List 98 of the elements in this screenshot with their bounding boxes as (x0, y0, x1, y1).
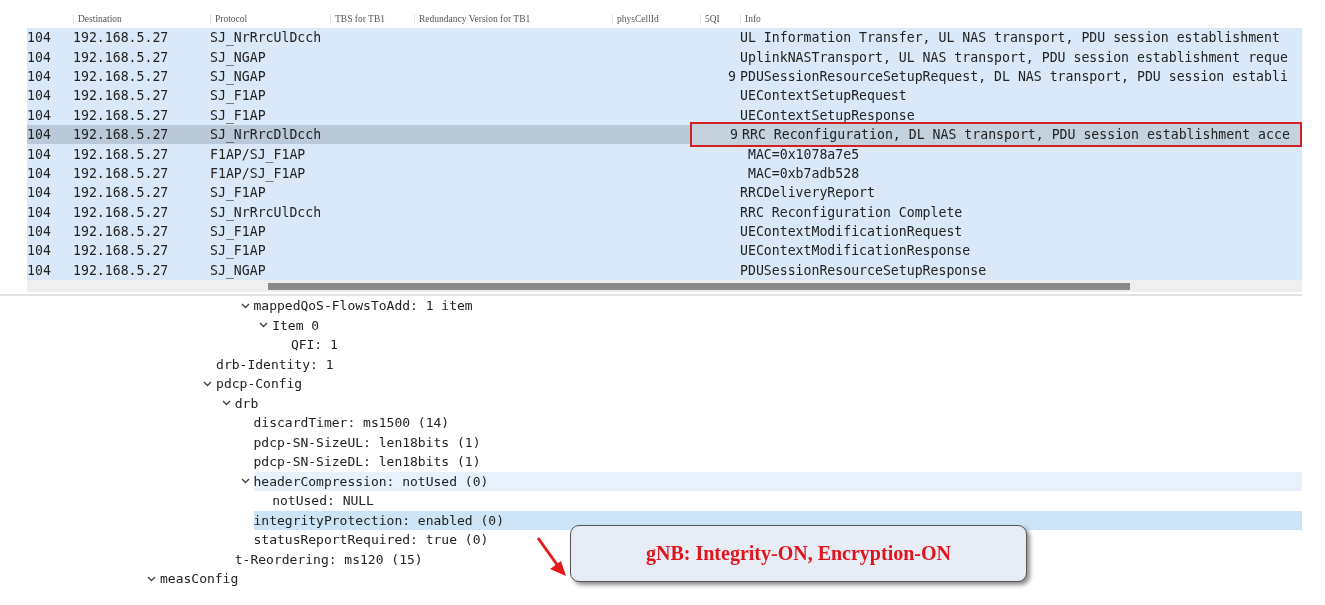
table-cell: 104 (27, 243, 51, 259)
table-cell: 192.168.5.27 (73, 185, 169, 201)
packet-row[interactable]: 104 192.168.5.27 F1AP/SJ_F1AP MAC=0x1078a7e5 (27, 144, 1302, 164)
tree-item[interactable]: QFI: 1 (290, 337, 338, 353)
table-cell: SJ_F1AP (210, 107, 266, 123)
packet-row[interactable]: 104 192.168.5.27 SJ_NGAP PDUSessionResourceSetupResponse (27, 260, 1302, 281)
table-cell: SJ_F1AP (210, 224, 266, 240)
table-cell: RRC Reconfiguration Complete (740, 204, 963, 220)
tree-item[interactable]: drb-Identity: 1 (216, 356, 334, 372)
chevron-icon[interactable] (221, 400, 231, 407)
column-header[interactable]: physCellId (612, 14, 700, 24)
tree-item[interactable]: pdcp-SN-SizeDL: len18bits (1) (253, 454, 481, 470)
table-cell: SJ_NGAP (210, 68, 266, 84)
table-cell-text: MAC=0x1078a7e5 (746, 146, 860, 162)
table-cell: 192.168.5.27 (73, 30, 169, 46)
table-cell: SJ_NrRrcUlDcch (210, 204, 322, 220)
table-cell: SJ_NGAP (210, 49, 266, 65)
tree-item[interactable]: Item 0 (272, 317, 320, 333)
table-cell: 104 (27, 127, 51, 143)
callout-box: gNB: Integrity-ON, Encryption-ON (570, 525, 1027, 582)
table-cell: 104 (27, 68, 51, 84)
packet-row[interactable]: 104 192.168.5.27 SJ_NrRrcUlDcch UL Information Transfer, UL NAS transport, PDU session establishment (27, 28, 1302, 48)
tree-item[interactable]: mappedQoS-FlowsToAdd: 1 item (253, 298, 473, 314)
table-cell: 192.168.5.27 (73, 262, 169, 278)
packet-row[interactable]: 104 192.168.5.27 SJ_F1AP RRCDeliveryReport (27, 183, 1302, 203)
tree-item[interactable]: notUsed: NULL (272, 493, 374, 509)
packet-row[interactable]: 104 192.168.5.27 SJ_F1AP UEContextModificationRequest (27, 221, 1302, 242)
tree-item[interactable]: drb (234, 395, 259, 411)
table-cell: 192.168.5.27 (73, 165, 169, 181)
tree-item[interactable]: measConfig (160, 571, 239, 587)
packet-row[interactable]: 104 192.168.5.27 SJ_F1AP UEContextSetupRequest (27, 86, 1302, 106)
table-cell: 192.168.5.27 (73, 127, 169, 143)
chevron-icon[interactable] (203, 380, 213, 387)
table-cell: UEContextSetupResponse (740, 107, 915, 123)
table-cell: 9 (728, 68, 736, 84)
table-cell: SJ_NrRrcDlDcch (210, 127, 322, 143)
table-cell: 192.168.5.27 (73, 243, 169, 259)
packet-row[interactable]: 104 192.168.5.27 F1AP/SJ_F1AP MAC=0xb7adb528 (27, 163, 1302, 184)
packet-row[interactable]: 104 192.168.5.27 SJ_NrRrcUlDcch RRC Reconfiguration Complete (27, 202, 1302, 222)
column-header[interactable]: TBS for TB1 (330, 14, 414, 24)
tree-item[interactable]: pdcp-SN-SizeUL: len18bits (1) (253, 434, 481, 450)
table-cell: SJ_NrRrcUlDcch (210, 30, 322, 46)
table-cell: 192.168.5.27 (73, 204, 169, 220)
tree-item[interactable]: statusReportRequired: true (0) (253, 532, 489, 548)
chevron-icon[interactable] (259, 322, 269, 329)
table-cell: 192.168.5.27 (73, 88, 169, 104)
table-cell: UEContextSetupRequest (740, 88, 907, 104)
chevron-icon[interactable] (240, 478, 250, 485)
table-cell: 104 (27, 165, 51, 181)
table-cell: SJ_NGAP (210, 262, 266, 278)
chevron-icon[interactable] (147, 575, 156, 582)
table-cell: 104 (27, 204, 51, 220)
packet-row[interactable]: 104 192.168.5.27 SJ_F1AP UEContextModificationResponse (27, 241, 1302, 261)
table-cell: 192.168.5.27 (73, 49, 169, 65)
table-cell: 104 (27, 146, 51, 162)
column-header[interactable]: Protocol (210, 14, 330, 24)
tree-item[interactable]: headerCompression: notUsed (0) (253, 473, 489, 489)
table-cell: UL Information Transfer, UL NAS transport, PDU session establishment (740, 30, 1280, 46)
table-cell: SJ_F1AP (210, 185, 266, 201)
table-cell: 104 (27, 30, 51, 46)
table-cell: PDUSessionResourceSetupResponse (740, 262, 987, 278)
chevron-icon[interactable] (240, 302, 250, 309)
table-cell: RRCDeliveryReport (740, 185, 875, 201)
column-header[interactable]: Destination (73, 14, 210, 24)
table-cell: SJ_F1AP (210, 88, 266, 104)
packet-row[interactable]: 104 192.168.5.27 SJ_NGAP UplinkNASTransport, UL NAS transport, PDU session establishment reque (27, 47, 1302, 67)
arrow-icon (536, 536, 568, 578)
packet-row[interactable]: 104 192.168.5.27 SJ_NrRrcDlDcch 9 RRC Reconfiguration, DL NAS transport, PDU session establishment acce (27, 124, 1302, 145)
tree-item[interactable]: discardTimer: ms1500 (14) (253, 415, 450, 431)
table-cell: F1AP/SJ_F1AP (210, 165, 306, 181)
column-header[interactable]: Redundancy Version for TB1 (414, 14, 612, 24)
table-cell: UEContextModificationResponse (740, 243, 971, 259)
tree-item[interactable]: integrityProtection: enabled (0) (253, 512, 504, 528)
table-cell: 104 (27, 224, 51, 240)
table-cell: F1AP/SJ_F1AP (210, 146, 306, 162)
table-cell: 104 (27, 107, 51, 123)
scrollbar-thumb[interactable] (268, 283, 1130, 291)
table-cell: 192.168.5.27 (73, 146, 169, 162)
table-cell: 192.168.5.27 (73, 224, 169, 240)
tree-item[interactable]: t-Reordering: ms120 (15) (234, 551, 423, 567)
table-cell: RRC Reconfiguration, DL NAS transport, PDU session establishment acce (742, 127, 1290, 143)
column-header[interactable]: Info (740, 14, 1302, 24)
table-cell: 9 (730, 127, 738, 143)
table-cell: 104 (27, 185, 51, 201)
table-cell: 104 (27, 88, 51, 104)
table-cell-text: MAC=0xb7adb528 (746, 165, 860, 181)
packet-row[interactable]: 104 192.168.5.27 SJ_NGAP 9 PDUSessionResourceSetupRequest, DL NAS transport, PDU session establi (27, 66, 1302, 87)
table-cell: 192.168.5.27 (73, 107, 169, 123)
table-cell: PDUSessionResourceSetupRequest, DL NAS transport, PDU session establi (740, 68, 1288, 84)
table-cell: 104 (27, 49, 51, 65)
table-cell: SJ_F1AP (210, 243, 266, 259)
table-cell: UplinkNASTransport, UL NAS transport, PDU session establishment reque (740, 49, 1288, 65)
horizontal-scrollbar[interactable] (27, 280, 1302, 293)
table-cell: UEContextModificationRequest (740, 224, 963, 240)
table-cell: 104 (27, 262, 51, 278)
tree-item[interactable]: pdcp-Config (216, 376, 303, 392)
column-header[interactable]: 5QI (700, 14, 740, 24)
table-cell: 192.168.5.27 (73, 68, 169, 84)
